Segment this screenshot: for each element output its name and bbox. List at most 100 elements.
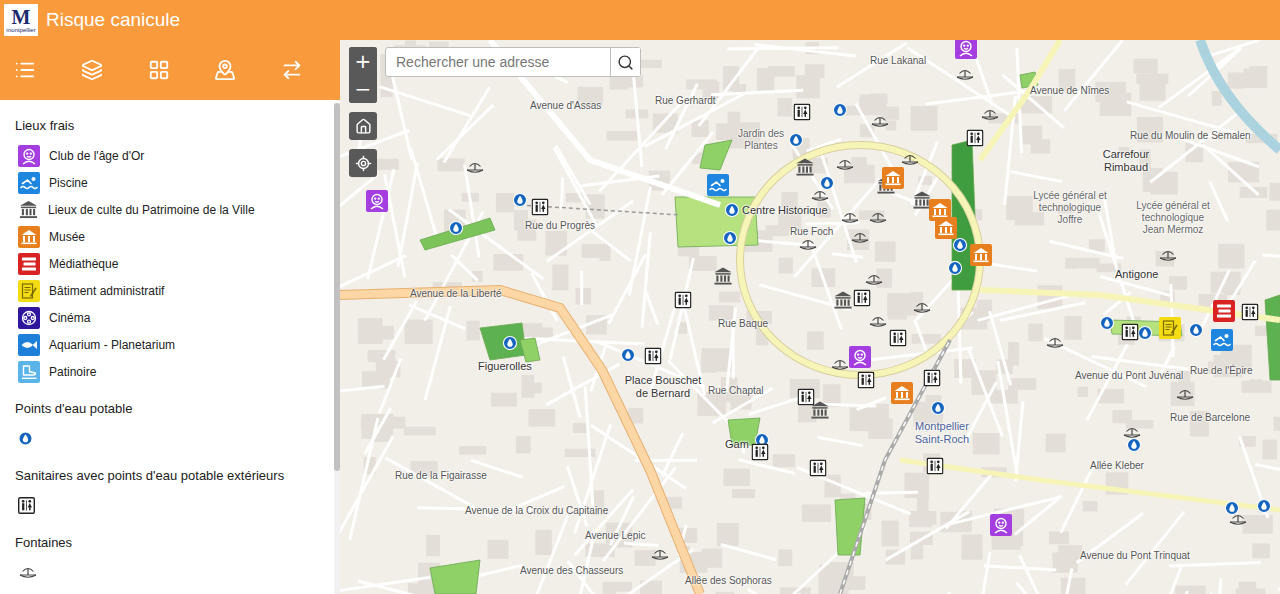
legend-button[interactable] xyxy=(13,58,37,82)
map-marker[interactable] xyxy=(931,401,946,416)
map-marker[interactable] xyxy=(1242,304,1259,321)
map-marker[interactable] xyxy=(900,153,920,167)
map-marker[interactable] xyxy=(794,104,811,121)
locate-button[interactable] xyxy=(349,149,377,177)
map-marker[interactable] xyxy=(707,174,729,196)
map-marker[interactable] xyxy=(723,231,738,246)
map-marker[interactable] xyxy=(675,292,692,309)
map-marker[interactable] xyxy=(890,330,907,347)
map-marker[interactable] xyxy=(810,460,827,477)
map-marker[interactable] xyxy=(1213,300,1235,322)
map-marker[interactable] xyxy=(366,190,388,212)
map-marker[interactable] xyxy=(513,193,528,208)
zoom-in-button[interactable]: + xyxy=(349,47,377,75)
museum-icon xyxy=(18,226,40,248)
map-marker[interactable] xyxy=(1257,499,1272,514)
map-marker[interactable] xyxy=(849,346,871,368)
logo[interactable]: Mmontpellier xyxy=(4,4,38,36)
map-marker[interactable] xyxy=(789,133,804,148)
map-marker[interactable] xyxy=(449,221,464,236)
map-controls: +− xyxy=(349,47,377,177)
map-marker[interactable] xyxy=(868,315,888,329)
map-marker[interactable] xyxy=(870,115,890,129)
map-marker[interactable] xyxy=(868,211,888,225)
map-marker[interactable] xyxy=(882,167,904,189)
map-marker[interactable] xyxy=(1045,336,1065,350)
map-marker[interactable] xyxy=(833,103,848,118)
map-marker[interactable] xyxy=(725,203,740,218)
map-marker[interactable] xyxy=(713,267,734,286)
club-icon xyxy=(366,190,388,212)
map-marker[interactable] xyxy=(1159,317,1181,339)
map-marker[interactable] xyxy=(503,336,518,351)
map-marker[interactable] xyxy=(795,158,816,177)
map-marker[interactable] xyxy=(927,458,944,475)
map-marker[interactable] xyxy=(798,389,815,406)
map-marker[interactable] xyxy=(645,348,662,365)
nearby-button[interactable] xyxy=(213,58,237,82)
map-marker[interactable] xyxy=(465,161,485,175)
map-marker[interactable] xyxy=(1138,326,1153,341)
map[interactable]: Rue LakanalAvenue d'AssasRue GerhardtJar… xyxy=(340,40,1280,594)
map-marker[interactable] xyxy=(953,238,968,253)
home-button[interactable] xyxy=(349,112,377,140)
map-marker[interactable] xyxy=(948,261,963,276)
map-marker[interactable] xyxy=(990,514,1012,536)
map-marker[interactable] xyxy=(912,301,932,315)
search-button[interactable] xyxy=(610,48,640,76)
legend[interactable]: Lieux fraisClub de l'âge d'OrPiscineLieu… xyxy=(0,103,334,594)
fountain-icon xyxy=(465,161,485,175)
map-marker[interactable] xyxy=(955,40,977,59)
swap-icon xyxy=(281,59,303,81)
legend-label: Musée xyxy=(49,230,85,244)
map-marker[interactable] xyxy=(621,348,636,363)
map-marker[interactable] xyxy=(1122,324,1139,341)
legend-section: Lieux fraisClub de l'âge d'OrPiscineLieu… xyxy=(15,118,326,385)
map-marker[interactable] xyxy=(1175,388,1195,402)
map-marker[interactable] xyxy=(1211,329,1233,351)
map-marker[interactable] xyxy=(1189,323,1204,338)
map-marker[interactable] xyxy=(798,238,818,252)
map-marker[interactable] xyxy=(891,382,913,404)
map-marker[interactable] xyxy=(810,401,831,420)
layers-button[interactable] xyxy=(80,58,104,82)
map-marker[interactable] xyxy=(858,372,875,389)
map-marker[interactable] xyxy=(835,158,855,172)
map-marker[interactable] xyxy=(854,290,871,307)
map-marker[interactable] xyxy=(1228,513,1248,527)
map-marker[interactable] xyxy=(1127,438,1142,453)
map-marker[interactable] xyxy=(833,291,854,310)
zoom-out-button[interactable]: − xyxy=(349,75,377,103)
map-marker[interactable] xyxy=(1100,316,1115,331)
map-marker[interactable] xyxy=(752,444,769,461)
map-marker[interactable] xyxy=(980,108,1000,122)
map-marker[interactable] xyxy=(830,358,850,372)
map-marker[interactable] xyxy=(1225,501,1240,516)
route-button[interactable] xyxy=(280,58,304,82)
map-marker[interactable] xyxy=(1122,426,1142,440)
map-marker[interactable] xyxy=(1158,249,1178,263)
map-marker[interactable] xyxy=(840,211,860,225)
map-label: Centre Historique xyxy=(742,204,828,217)
water-icon xyxy=(503,336,518,351)
map-marker[interactable] xyxy=(650,548,670,562)
map-marker[interactable] xyxy=(864,273,884,287)
fountain-icon xyxy=(850,231,870,245)
fountain-icon xyxy=(650,548,670,562)
water-icon xyxy=(1127,438,1142,453)
map-marker[interactable] xyxy=(955,68,975,82)
club-icon xyxy=(990,514,1012,536)
map-marker[interactable] xyxy=(935,217,957,239)
map-marker[interactable] xyxy=(850,231,870,245)
search-input[interactable] xyxy=(386,48,610,76)
map-marker[interactable] xyxy=(820,176,835,191)
media-icon xyxy=(18,253,40,275)
app: MmontpellierRisque caniculeLieux fraisCl… xyxy=(0,0,1280,594)
worship-icon xyxy=(833,291,854,310)
map-marker[interactable] xyxy=(810,189,830,203)
map-marker[interactable] xyxy=(532,199,549,216)
map-marker[interactable] xyxy=(967,130,984,147)
map-marker[interactable] xyxy=(924,370,941,387)
basemap-button[interactable] xyxy=(147,58,171,82)
map-marker[interactable] xyxy=(970,244,992,266)
